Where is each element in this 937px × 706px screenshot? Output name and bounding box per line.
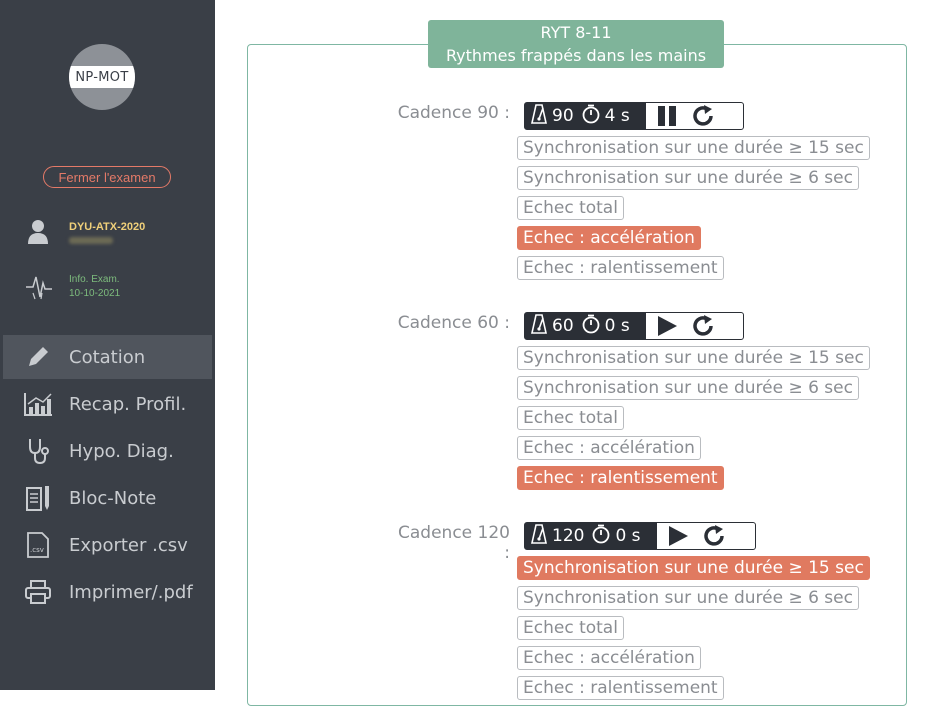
option-sync-6s[interactable]: Synchronisation sur une durée ≥ 6 sec: [517, 166, 859, 190]
logo-text: NP-MOT: [75, 69, 129, 85]
csv-file-icon: .csv: [23, 532, 53, 558]
heartbeat-icon: [25, 271, 53, 305]
cadence-label: Cadence 90 :: [397, 103, 510, 123]
option-fail-acceleration[interactable]: Echec : accélération: [517, 646, 701, 670]
metronome-buttons: [657, 523, 733, 549]
metronome-icon: [531, 523, 547, 549]
bpm-value: 90: [552, 106, 574, 126]
bpm-value: 60: [552, 316, 574, 336]
nav-hypo-diag[interactable]: Hypo. Diag.: [3, 429, 212, 473]
nav-bloc-note[interactable]: Bloc-Note: [3, 476, 212, 520]
option-fail-slowdown[interactable]: Echec : ralentissement: [517, 256, 724, 280]
patient-name-redacted: [69, 237, 113, 244]
nav-label: Cotation: [69, 346, 146, 368]
printer-icon: [23, 579, 53, 605]
play-button[interactable]: [667, 525, 689, 547]
exam-code: RYT 8-11: [540, 23, 612, 42]
option-total-fail[interactable]: Echec total: [517, 406, 624, 430]
bpm-value: 120: [552, 526, 585, 546]
metronome-icon: [531, 103, 547, 129]
play-button[interactable]: [656, 315, 678, 337]
option-total-fail[interactable]: Echec total: [517, 616, 624, 640]
cadence-label: Cadence 120 :: [398, 523, 510, 563]
patient-id: DYU-ATX-2020: [69, 221, 146, 233]
nav-recap-profil[interactable]: Recap. Profil.: [3, 382, 212, 426]
sidebar: NP-MOT Fermer l'examen DYU-ATX-2020 Info…: [0, 0, 215, 690]
metronome-buttons: [646, 313, 722, 339]
reset-button[interactable]: [692, 315, 716, 337]
timer-value: 0 s: [604, 316, 630, 336]
option-fail-acceleration[interactable]: Echec : accélération: [517, 226, 701, 250]
option-sync-15s[interactable]: Synchronisation sur une durée ≥ 15 sec: [517, 136, 870, 160]
svg-text:.csv: .csv: [30, 546, 44, 554]
metronome-control: 90 4 s: [524, 102, 744, 130]
exam-title: Rythmes frappés dans les mains: [445, 46, 707, 65]
exam-date: 10-10-2021: [69, 288, 121, 299]
timer-icon: [592, 524, 610, 549]
metronome-readout: 90 4 s: [525, 103, 646, 129]
nav-label: Recap. Profil.: [69, 393, 187, 415]
metronome-readout: 60 0 s: [525, 313, 646, 339]
nav-label: Imprimer/.pdf: [69, 581, 193, 603]
option-fail-acceleration[interactable]: Echec : accélération: [517, 436, 701, 460]
timer-icon: [582, 104, 600, 129]
reset-button[interactable]: [692, 105, 716, 127]
nav-label: Bloc-Note: [69, 487, 157, 509]
option-sync-15s[interactable]: Synchronisation sur une durée ≥ 15 sec: [517, 556, 870, 580]
nav-export-csv[interactable]: .csv Exporter .csv: [3, 523, 212, 567]
pencil-icon: [23, 344, 53, 370]
metronome-icon: [531, 313, 547, 339]
metronome-buttons: [646, 103, 722, 129]
nav-print-pdf[interactable]: Imprimer/.pdf: [3, 570, 212, 614]
timer-value: 4 s: [604, 106, 630, 126]
notepad-icon: [23, 485, 53, 511]
option-fail-slowdown[interactable]: Echec : ralentissement: [517, 466, 724, 490]
exam-title-box: RYT 8-11 Rythmes frappés dans les mains: [428, 20, 724, 68]
exam-info-label: Info. Exam.: [69, 274, 120, 285]
nav-cotation[interactable]: Cotation: [3, 335, 212, 379]
timer-icon: [582, 314, 600, 339]
option-sync-6s[interactable]: Synchronisation sur une durée ≥ 6 sec: [517, 586, 859, 610]
exam-info: Info. Exam. 10-10-2021: [69, 273, 120, 301]
metronome-control: 120 0 s: [524, 522, 756, 550]
option-sync-15s[interactable]: Synchronisation sur une durée ≥ 15 sec: [517, 346, 870, 370]
option-sync-6s[interactable]: Synchronisation sur une durée ≥ 6 sec: [517, 376, 859, 400]
app-logo: NP-MOT: [69, 44, 135, 110]
pause-button[interactable]: [656, 105, 678, 127]
metronome-control: 60 0 s: [524, 312, 744, 340]
nav-label: Exporter .csv: [69, 534, 188, 556]
stethoscope-icon: [23, 438, 53, 465]
option-fail-slowdown[interactable]: Echec : ralentissement: [517, 676, 724, 700]
reset-button[interactable]: [703, 525, 727, 547]
nav-label: Hypo. Diag.: [69, 440, 174, 462]
close-exam-button[interactable]: Fermer l'examen: [43, 166, 171, 188]
cadence-label: Cadence 60 :: [397, 313, 510, 333]
timer-value: 0 s: [615, 526, 641, 546]
user-icon: [27, 219, 49, 249]
option-total-fail[interactable]: Echec total: [517, 196, 624, 220]
chart-icon: [23, 391, 53, 417]
metronome-readout: 120 0 s: [525, 523, 657, 549]
